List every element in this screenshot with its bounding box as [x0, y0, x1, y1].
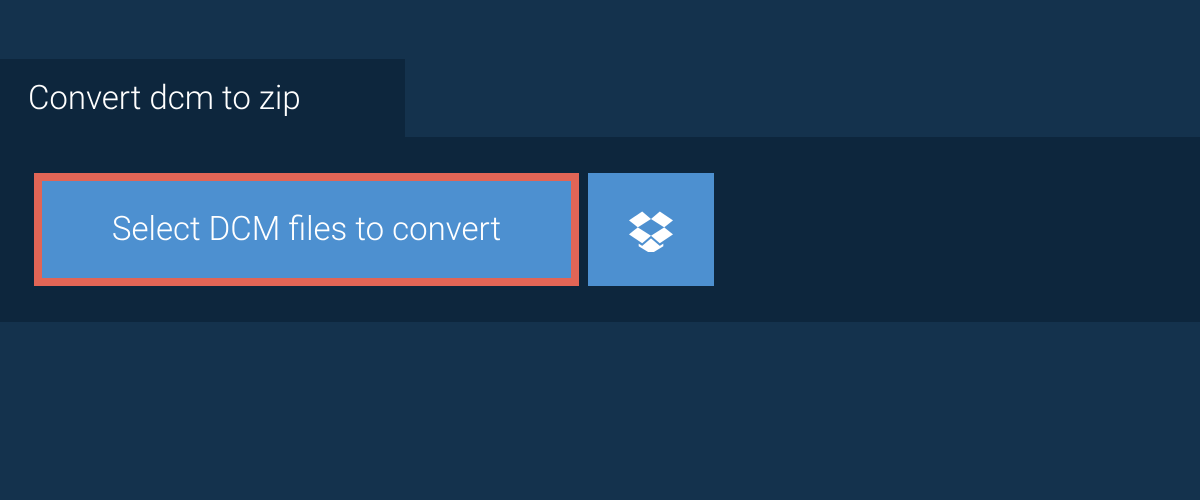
- select-files-label: Select DCM files to convert: [112, 210, 501, 249]
- select-files-button[interactable]: Select DCM files to convert: [34, 173, 579, 286]
- dropbox-icon: [629, 208, 673, 252]
- tab-convert[interactable]: Convert dcm to zip: [0, 59, 405, 137]
- converter-widget: Convert dcm to zip Select DCM files to c…: [0, 0, 1200, 500]
- tab-label: Convert dcm to zip: [28, 79, 301, 118]
- action-panel: Select DCM files to convert: [0, 137, 1200, 322]
- dropbox-button[interactable]: [588, 173, 714, 286]
